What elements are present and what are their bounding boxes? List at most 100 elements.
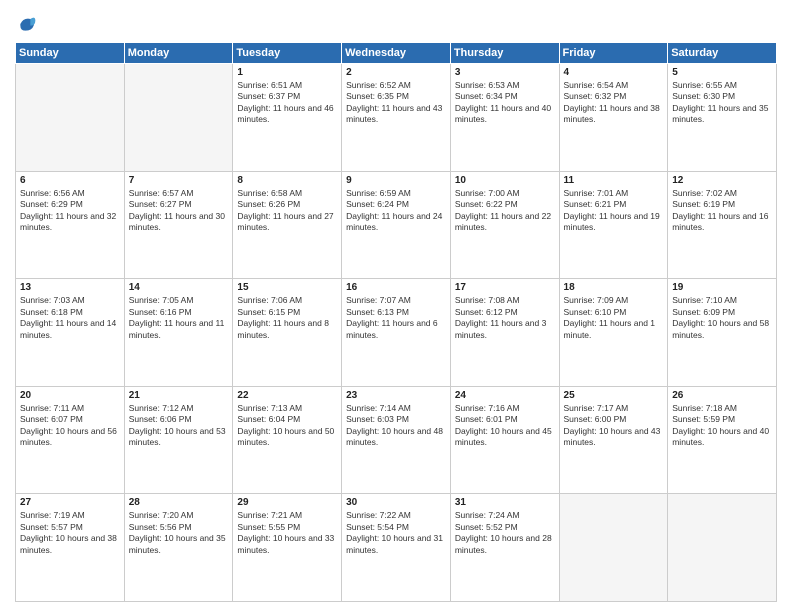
cell-info: Sunrise: 7:22 AMSunset: 5:54 PMDaylight:… xyxy=(346,510,446,556)
day-header-monday: Monday xyxy=(124,43,233,64)
cell-info: Sunrise: 7:05 AMSunset: 6:16 PMDaylight:… xyxy=(129,295,229,341)
cell-info: Sunrise: 7:20 AMSunset: 5:56 PMDaylight:… xyxy=(129,510,229,556)
calendar: SundayMondayTuesdayWednesdayThursdayFrid… xyxy=(15,42,777,602)
day-number: 14 xyxy=(129,282,229,293)
calendar-cell: 9 Sunrise: 6:59 AMSunset: 6:24 PMDaylight… xyxy=(342,171,451,279)
cell-info: Sunrise: 6:57 AMSunset: 6:27 PMDaylight:… xyxy=(129,188,229,234)
calendar-cell: 1Sunrise: 6:51 AMSunset: 6:37 PMDaylight… xyxy=(233,64,342,172)
cell-info: Sunrise: 6:56 AMSunset: 6:29 PMDaylight:… xyxy=(20,188,120,234)
day-number: 2 xyxy=(346,67,446,78)
calendar-cell: 13Sunrise: 7:03 AMSunset: 6:18 PMDayligh… xyxy=(16,279,125,387)
day-number: 24 xyxy=(455,390,555,401)
calendar-cell: 5 Sunrise: 6:55 AMSunset: 6:30 PMDaylight… xyxy=(668,64,777,172)
calendar-cell: 6 Sunrise: 6:56 AMSunset: 6:29 PMDaylight… xyxy=(16,171,125,279)
day-number: 23 xyxy=(346,390,446,401)
cell-info: Sunrise: 7:21 AMSunset: 5:55 PMDaylight:… xyxy=(237,510,337,556)
calendar-cell: 24 Sunrise: 7:16 AMSunset: 6:01 PMDayligh… xyxy=(450,386,559,494)
day-number: 12 xyxy=(672,175,772,186)
day-header-friday: Friday xyxy=(559,43,668,64)
cell-info: Sunrise: 6:52 AMSunset: 6:35 PMDaylight:… xyxy=(346,80,446,126)
day-number: 30 xyxy=(346,497,446,508)
day-number: 17 xyxy=(455,282,555,293)
calendar-cell: 22 Sunrise: 7:13 AMSunset: 6:04 PMDayligh… xyxy=(233,386,342,494)
calendar-cell: 10 Sunrise: 7:00 AMSunset: 6:22 PMDayligh… xyxy=(450,171,559,279)
day-header-sunday: Sunday xyxy=(16,43,125,64)
cell-info: Sunrise: 6:53 AMSunset: 6:34 PMDaylight:… xyxy=(455,80,555,126)
calendar-cell: 28 Sunrise: 7:20 AMSunset: 5:56 PMDayligh… xyxy=(124,494,233,602)
day-number: 29 xyxy=(237,497,337,508)
cell-info: Sunrise: 7:11 AMSunset: 6:07 PMDaylight:… xyxy=(20,403,120,449)
calendar-cell: 8 Sunrise: 6:58 AMSunset: 6:26 PMDaylight… xyxy=(233,171,342,279)
calendar-cell: 11 Sunrise: 7:01 AMSunset: 6:21 PMDayligh… xyxy=(559,171,668,279)
day-number: 8 xyxy=(237,175,337,186)
day-number: 3 xyxy=(455,67,555,78)
calendar-cell xyxy=(16,64,125,172)
calendar-cell: 21Sunrise: 7:12 AMSunset: 6:06 PMDayligh… xyxy=(124,386,233,494)
cell-info: Sunrise: 7:12 AMSunset: 6:06 PMDaylight:… xyxy=(129,403,229,449)
day-number: 4 xyxy=(564,67,664,78)
cell-info: Sunrise: 7:10 AMSunset: 6:09 PMDaylight:… xyxy=(672,295,772,341)
day-header-wednesday: Wednesday xyxy=(342,43,451,64)
calendar-cell: 12 Sunrise: 7:02 AMSunset: 6:19 PMDayligh… xyxy=(668,171,777,279)
calendar-cell: 30 Sunrise: 7:22 AMSunset: 5:54 PMDayligh… xyxy=(342,494,451,602)
cell-info: Sunrise: 7:02 AMSunset: 6:19 PMDaylight:… xyxy=(672,188,772,234)
calendar-cell: 18Sunrise: 7:09 AMSunset: 6:10 PMDayligh… xyxy=(559,279,668,387)
calendar-cell: 20 Sunrise: 7:11 AMSunset: 6:07 PMDayligh… xyxy=(16,386,125,494)
cell-info: Sunrise: 6:55 AMSunset: 6:30 PMDaylight:… xyxy=(672,80,772,126)
header xyxy=(15,10,777,34)
calendar-cell: 29 Sunrise: 7:21 AMSunset: 5:55 PMDayligh… xyxy=(233,494,342,602)
day-number: 31 xyxy=(455,497,555,508)
calendar-cell: 16Sunrise: 7:07 AMSunset: 6:13 PMDayligh… xyxy=(342,279,451,387)
calendar-cell: 3 Sunrise: 6:53 AMSunset: 6:34 PMDaylight… xyxy=(450,64,559,172)
logo xyxy=(15,14,37,34)
cell-info: Sunrise: 7:09 AMSunset: 6:10 PMDaylight:… xyxy=(564,295,664,341)
day-number: 6 xyxy=(20,175,120,186)
cell-info: Sunrise: 7:13 AMSunset: 6:04 PMDaylight:… xyxy=(237,403,337,449)
calendar-cell: 26 Sunrise: 7:18 AMSunset: 5:59 PMDayligh… xyxy=(668,386,777,494)
calendar-cell xyxy=(668,494,777,602)
cell-info: Sunrise: 7:00 AMSunset: 6:22 PMDaylight:… xyxy=(455,188,555,234)
day-header-saturday: Saturday xyxy=(668,43,777,64)
day-header-tuesday: Tuesday xyxy=(233,43,342,64)
day-number: 10 xyxy=(455,175,555,186)
day-number: 9 xyxy=(346,175,446,186)
cell-info: Sunrise: 6:51 AMSunset: 6:37 PMDaylight:… xyxy=(237,80,337,126)
day-number: 19 xyxy=(672,282,772,293)
day-number: 7 xyxy=(129,175,229,186)
calendar-cell xyxy=(124,64,233,172)
logo-icon xyxy=(17,14,37,34)
cell-info: Sunrise: 6:59 AMSunset: 6:24 PMDaylight:… xyxy=(346,188,446,234)
cell-info: Sunrise: 6:54 AMSunset: 6:32 PMDaylight:… xyxy=(564,80,664,126)
day-number: 27 xyxy=(20,497,120,508)
calendar-cell: 7 Sunrise: 6:57 AMSunset: 6:27 PMDaylight… xyxy=(124,171,233,279)
calendar-cell: 17 Sunrise: 7:08 AMSunset: 6:12 PMDayligh… xyxy=(450,279,559,387)
cell-info: Sunrise: 7:08 AMSunset: 6:12 PMDaylight:… xyxy=(455,295,555,341)
calendar-cell xyxy=(559,494,668,602)
day-number: 28 xyxy=(129,497,229,508)
day-number: 20 xyxy=(20,390,120,401)
calendar-cell: 19 Sunrise: 7:10 AMSunset: 6:09 PMDayligh… xyxy=(668,279,777,387)
calendar-cell: 14 Sunrise: 7:05 AMSunset: 6:16 PMDayligh… xyxy=(124,279,233,387)
cell-info: Sunrise: 7:06 AMSunset: 6:15 PMDaylight:… xyxy=(237,295,337,341)
cell-info: Sunrise: 7:14 AMSunset: 6:03 PMDaylight:… xyxy=(346,403,446,449)
day-number: 16 xyxy=(346,282,446,293)
cell-info: Sunrise: 7:16 AMSunset: 6:01 PMDaylight:… xyxy=(455,403,555,449)
calendar-cell: 2 Sunrise: 6:52 AMSunset: 6:35 PMDaylight… xyxy=(342,64,451,172)
day-number: 22 xyxy=(237,390,337,401)
calendar-cell: 27Sunrise: 7:19 AMSunset: 5:57 PMDayligh… xyxy=(16,494,125,602)
cell-info: Sunrise: 6:58 AMSunset: 6:26 PMDaylight:… xyxy=(237,188,337,234)
day-number: 25 xyxy=(564,390,664,401)
calendar-cell: 23 Sunrise: 7:14 AMSunset: 6:03 PMDayligh… xyxy=(342,386,451,494)
day-number: 26 xyxy=(672,390,772,401)
day-number: 11 xyxy=(564,175,664,186)
cell-info: Sunrise: 7:18 AMSunset: 5:59 PMDaylight:… xyxy=(672,403,772,449)
cell-info: Sunrise: 7:01 AMSunset: 6:21 PMDaylight:… xyxy=(564,188,664,234)
calendar-cell: 31Sunrise: 7:24 AMSunset: 5:52 PMDayligh… xyxy=(450,494,559,602)
day-header-thursday: Thursday xyxy=(450,43,559,64)
page: SundayMondayTuesdayWednesdayThursdayFrid… xyxy=(0,0,792,612)
day-number: 5 xyxy=(672,67,772,78)
calendar-cell: 15Sunrise: 7:06 AMSunset: 6:15 PMDayligh… xyxy=(233,279,342,387)
cell-info: Sunrise: 7:03 AMSunset: 6:18 PMDaylight:… xyxy=(20,295,120,341)
cell-info: Sunrise: 7:17 AMSunset: 6:00 PMDaylight:… xyxy=(564,403,664,449)
calendar-cell: 25 Sunrise: 7:17 AMSunset: 6:00 PMDayligh… xyxy=(559,386,668,494)
